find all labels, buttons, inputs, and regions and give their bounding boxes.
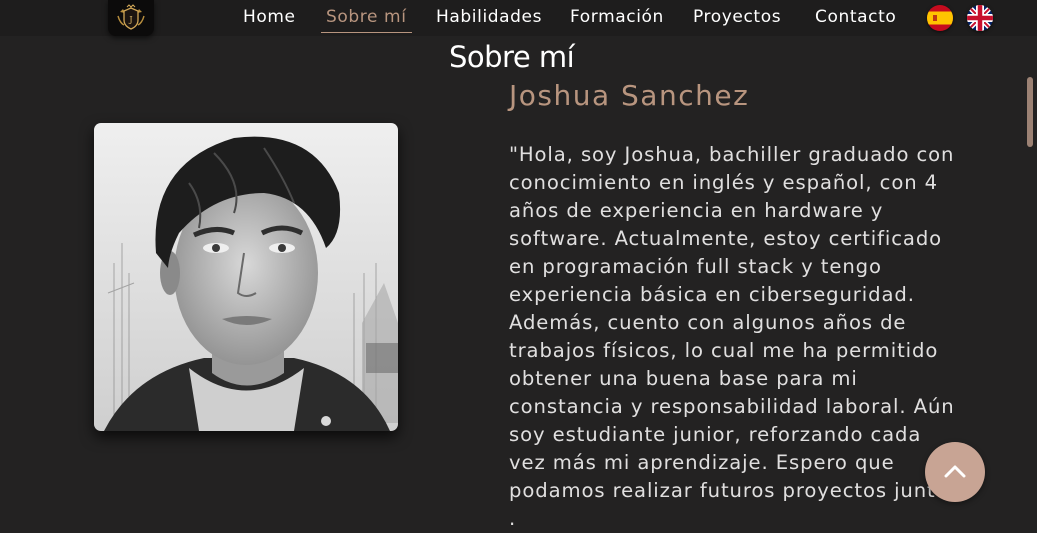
nav-item-habilidades[interactable]: Habilidades (436, 6, 542, 32)
nav-item-contacto[interactable]: Contacto (815, 6, 896, 32)
nav-item-sobre-mi[interactable]: Sobre mí (321, 6, 412, 33)
nav-item-formacion[interactable]: Formación (570, 6, 664, 32)
bio-text: "Hola, soy Joshua, bachiller graduado co… (509, 143, 960, 530)
nav-item-home[interactable]: Home (243, 6, 296, 32)
profile-name: Joshua Sanchez (509, 79, 750, 112)
scroll-to-top-button[interactable] (925, 442, 985, 502)
section-title: Sobre mí (449, 40, 575, 74)
crest-logo-icon[interactable]: J (108, 0, 154, 36)
chevron-up-icon (944, 463, 966, 482)
spain-flag-icon[interactable] (927, 5, 953, 31)
profile-portrait-image (94, 123, 398, 431)
uk-flag-icon[interactable] (967, 5, 993, 31)
navbar: J Home Sobre mí Habilidades Formación Pr… (0, 0, 1037, 36)
scrollbar-thumb[interactable] (1027, 77, 1033, 147)
nav-item-proyectos[interactable]: Proyectos (693, 6, 781, 32)
svg-text:J: J (128, 15, 132, 24)
